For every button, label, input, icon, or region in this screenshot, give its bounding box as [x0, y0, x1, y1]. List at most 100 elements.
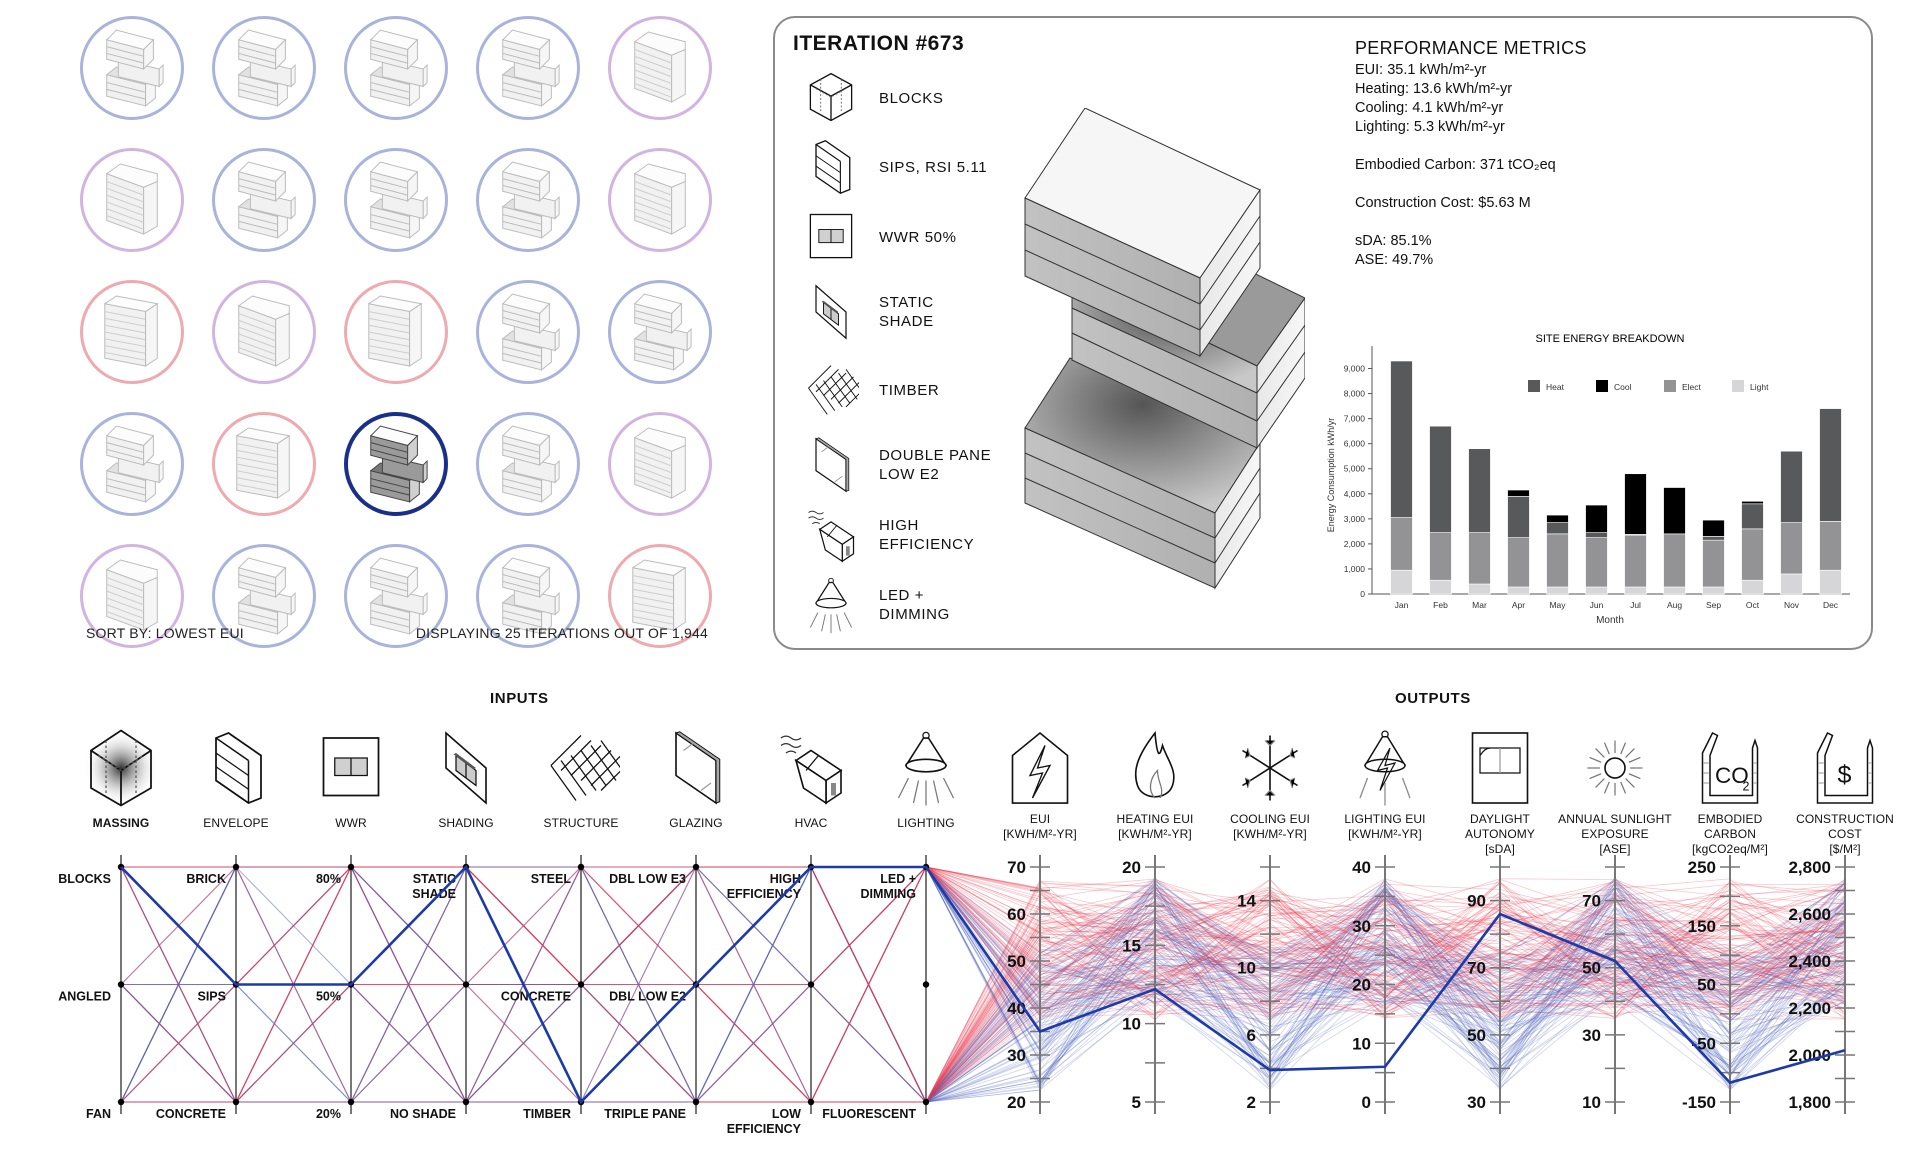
level-label: 80%	[316, 872, 341, 886]
iteration-tile[interactable]	[80, 280, 184, 384]
output-axis-header[interactable]: DAYLIGHT AUTONOMY [sDA]	[1440, 728, 1560, 857]
input-axis-header-shading[interactable]: SHADING	[410, 728, 522, 831]
axis-tick-label: 10	[1352, 1034, 1371, 1053]
x-axis-label: Month	[1596, 615, 1624, 626]
bar-cool-may	[1546, 514, 1569, 523]
axis-tick-label: 90	[1467, 892, 1486, 911]
spec-label: LED + DIMMING	[879, 587, 950, 623]
x-tick-label: Jul	[1630, 600, 1641, 610]
input-axis-header-massing[interactable]: MASSING	[65, 728, 177, 831]
iteration-tile[interactable]	[476, 280, 580, 384]
bar-heat-jan	[1390, 360, 1413, 518]
legend-label-cool: Cool	[1614, 382, 1632, 392]
input-axis-header-hvac[interactable]: HVAC	[755, 728, 867, 831]
level-node[interactable]	[922, 1098, 930, 1106]
iteration-tile[interactable]	[608, 280, 712, 384]
iteration-tile[interactable]	[476, 148, 580, 252]
legend-label-light: Light	[1750, 382, 1769, 392]
y-tick-label: 5,000	[1344, 464, 1366, 474]
iteration-tile[interactable]	[80, 16, 184, 120]
input-axis-header-lighting[interactable]: LIGHTING	[870, 728, 982, 831]
level-node[interactable]	[462, 981, 470, 988]
output-axis-header[interactable]: ANNUAL SUNLIGHT EXPOSURE [ASE]	[1555, 728, 1675, 857]
axis-tick-label: -50	[1691, 1034, 1716, 1053]
parallel-coordinates-plot[interactable]: BLOCKSANGLEDFANBRICKSIPSCONCRETE80%50%20…	[0, 840, 1925, 1155]
iteration-tile[interactable]	[608, 412, 712, 516]
level-node[interactable]	[692, 863, 700, 871]
level-node[interactable]	[577, 863, 585, 871]
axis-name: ENVELOPE	[203, 816, 269, 830]
input-axis-header-envelope[interactable]: ENVELOPE	[180, 728, 292, 831]
iteration-tile[interactable]	[212, 148, 316, 252]
input-axis-header-wwr[interactable]: WWR	[295, 728, 407, 831]
output-axis-header[interactable]: $ CONSTRUCTION COST [$/M²]	[1785, 728, 1905, 857]
level-node[interactable]	[117, 981, 125, 988]
level-node[interactable]	[347, 863, 355, 871]
axis-name: WWR	[335, 816, 367, 830]
iteration-tile[interactable]	[476, 412, 580, 516]
level-label: HIGH	[770, 872, 801, 886]
axis-tick-label: 70	[1582, 892, 1601, 911]
lighting-lamp-icon	[897, 731, 955, 806]
level-node[interactable]	[807, 1098, 815, 1106]
level-node[interactable]	[232, 863, 240, 871]
blocks-massing-icon	[809, 72, 853, 122]
level-node[interactable]	[577, 981, 585, 988]
iteration-tile-selected[interactable]	[344, 412, 448, 516]
iteration-tile[interactable]	[80, 412, 184, 516]
building-blocks-icon	[501, 29, 560, 107]
chart-title: SITE ENERGY BREAKDOWN	[1536, 333, 1685, 345]
axis-tick-label: 2,200	[1788, 999, 1831, 1018]
outputs-title: OUTPUTS	[1395, 690, 1471, 707]
y-tick-label: 6,000	[1344, 439, 1366, 449]
spec-icon-wrap	[803, 435, 859, 495]
level-node[interactable]	[922, 981, 930, 988]
iteration-tile[interactable]	[476, 16, 580, 120]
bar-light-jan	[1390, 569, 1413, 595]
level-label: EFFICIENCY	[727, 1122, 802, 1136]
iteration-title: ITERATION #673	[793, 32, 965, 55]
sort-by-control[interactable]: SORT BY: LOWEST EUI	[86, 625, 244, 641]
level-node[interactable]	[347, 1098, 355, 1106]
level-node[interactable]	[117, 1098, 125, 1106]
iteration-tile[interactable]	[608, 16, 712, 120]
axis-tick-label: 10	[1237, 959, 1256, 978]
metric-sda: sDA: 85.1%	[1355, 233, 1432, 249]
output-axis-header[interactable]: LIGHTING EUI [KWH/M²-YR]	[1325, 728, 1445, 842]
output-axis-header[interactable]: CO 2 EMBODIED CARBON [kgCO2eq/M²]	[1670, 728, 1790, 857]
output-axis-header[interactable]: EUI [KWH/M²-YR]	[980, 728, 1100, 842]
performance-metrics: PERFORMANCE METRICS EUI: 35.1 kWh/m²-yr …	[1355, 38, 1587, 270]
iteration-tile[interactable]	[212, 16, 316, 120]
iteration-tile[interactable]	[344, 16, 448, 120]
input-axis-header-structure[interactable]: STRUCTURE	[525, 728, 637, 831]
flame-icon	[1134, 730, 1175, 799]
output-axis-header[interactable]: COOLING EUI [KWH/M²-YR]	[1210, 728, 1330, 842]
x-tick-label: Sep	[1706, 600, 1721, 610]
iteration-tile[interactable]	[344, 148, 448, 252]
iteration-tile[interactable]	[212, 412, 316, 516]
level-node[interactable]	[462, 1098, 470, 1106]
iteration-tile[interactable]	[608, 148, 712, 252]
iteration-tile[interactable]	[80, 148, 184, 252]
level-node[interactable]	[807, 981, 815, 988]
level-label: LED +	[880, 872, 916, 886]
axis-tick-label: 2,600	[1788, 905, 1831, 924]
bar-light-apr	[1507, 586, 1530, 595]
level-node[interactable]	[692, 1098, 700, 1106]
iteration-tile[interactable]	[212, 280, 316, 384]
spec-icon-wrap	[803, 282, 859, 342]
axis-tick-label: 20	[1007, 1093, 1026, 1112]
metric-ase: ASE: 49.7%	[1355, 252, 1434, 268]
axis-name: EUI [KWH/M²-YR]	[1003, 812, 1077, 841]
level-node[interactable]	[232, 1098, 240, 1106]
bar-light-feb	[1429, 579, 1452, 595]
building-fan-icon	[103, 295, 159, 367]
bar-elect-mar	[1468, 532, 1491, 585]
input-axis-header-glazing[interactable]: GLAZING	[640, 728, 752, 831]
bar-heat-may	[1546, 522, 1569, 535]
building-blocks-icon	[501, 161, 560, 239]
iteration-tile[interactable]	[344, 280, 448, 384]
axis-tick-label: 10	[1582, 1093, 1601, 1112]
output-axis-header[interactable]: HEATING EUI [KWH/M²-YR]	[1095, 728, 1215, 842]
legend-swatch-elect	[1664, 380, 1676, 392]
